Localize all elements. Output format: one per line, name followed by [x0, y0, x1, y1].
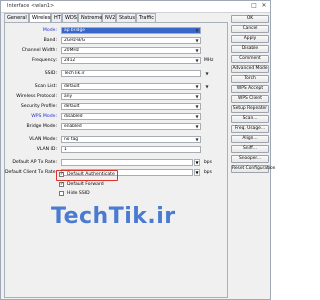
bridge-mode-label: Bridge Mode:: [26, 124, 58, 129]
chevron-down-icon[interactable]: ▼: [194, 28, 200, 33]
wps-client-button[interactable]: WPS Client: [231, 95, 269, 103]
band-label: Band:: [43, 38, 57, 43]
default-authenticate-label: Default Authenticate: [67, 172, 115, 177]
ssid-value: TechTik.ir: [64, 71, 85, 76]
hide-ssid-label: Hide SSID: [67, 191, 90, 196]
chevron-down-icon[interactable]: ▼: [204, 84, 210, 89]
scan-list-value: default: [64, 84, 80, 89]
vlan-mode-select[interactable]: no tag ▼: [61, 136, 201, 143]
tab-ht[interactable]: HT: [51, 13, 62, 22]
scan-button[interactable]: Scan...: [231, 115, 269, 123]
tab-general[interactable]: General: [4, 13, 29, 22]
watermark-text: TechTik.ir: [51, 204, 176, 229]
ssid-input[interactable]: TechTik.ir: [61, 70, 201, 77]
bridge-mode-value: enabled: [64, 124, 82, 129]
mode-select[interactable]: ap bridge ▼: [61, 27, 201, 34]
frequency-label: Frequency:: [32, 58, 57, 63]
wireless-protocol-value: any: [64, 94, 73, 99]
chevron-down-icon[interactable]: ▼: [204, 71, 210, 76]
scan-list-select[interactable]: default ▼: [61, 83, 201, 90]
chevron-down-icon[interactable]: ▼: [194, 38, 200, 43]
default-forward-checkbox[interactable]: ✓: [59, 182, 64, 187]
chevron-down-icon[interactable]: ▼: [194, 169, 200, 176]
vlan-mode-value: no tag: [64, 137, 79, 142]
default-ap-tx-rate-input[interactable]: [61, 159, 193, 166]
window-icon: □: [251, 2, 257, 9]
align-button[interactable]: Align...: [231, 135, 269, 143]
security-profile-select[interactable]: default ▼: [61, 103, 201, 110]
channel-width-label: Channel Width:: [21, 48, 57, 53]
chevron-down-icon[interactable]: ▼: [194, 104, 200, 109]
default-client-tx-rate-label: Default Client Tx Rate:: [5, 170, 58, 175]
wireless-protocol-label: Wireless Protocol:: [16, 94, 57, 99]
chevron-down-icon[interactable]: ▼: [194, 114, 200, 119]
security-profile-label: Security Profile:: [20, 104, 57, 109]
chevron-down-icon[interactable]: ▼: [194, 94, 200, 99]
chevron-down-icon[interactable]: ▼: [194, 124, 200, 129]
wps-mode-select[interactable]: disabled ▼: [61, 113, 201, 120]
wps-accept-button[interactable]: WPS Accept: [231, 85, 269, 93]
chevron-down-icon[interactable]: ▼: [194, 48, 200, 53]
apply-button[interactable]: Apply: [231, 35, 269, 43]
tab-wds[interactable]: WDS: [62, 13, 78, 22]
interface-window: Interface <wlan1> □ ✕ General Wireless H…: [0, 0, 275, 300]
ok-button[interactable]: OK: [231, 15, 269, 23]
frequency-value: 2412: [64, 58, 76, 63]
cancel-button[interactable]: Cancel: [231, 25, 269, 33]
vlan-id-input[interactable]: 1: [61, 146, 201, 153]
default-forward-label: Default Forward: [67, 182, 104, 187]
chevron-down-icon[interactable]: ▼: [194, 137, 200, 142]
advanced-mode-button[interactable]: Advanced Mode: [231, 65, 269, 73]
freq-usage-button[interactable]: Freq. Usage...: [231, 125, 269, 133]
wps-mode-value: disabled: [64, 114, 83, 119]
tab-traffic[interactable]: Traffic: [136, 13, 156, 22]
mode-value: ap bridge: [64, 28, 85, 33]
chevron-down-icon[interactable]: ▼: [194, 84, 200, 89]
chevron-down-icon[interactable]: ▼: [194, 159, 200, 166]
vlan-id-label: VLAN ID:: [36, 147, 57, 152]
setup-repeater-button[interactable]: Setup Repeater: [231, 105, 269, 113]
tab-nstreme[interactable]: Nstreme: [78, 13, 102, 22]
chevron-down-icon[interactable]: ▼: [194, 58, 200, 63]
channel-width-select[interactable]: 20MHz ▼: [61, 47, 201, 54]
frequency-select[interactable]: 2412 ▼: [61, 57, 201, 64]
tab-nv2[interactable]: NV2: [102, 13, 116, 22]
frequency-unit: MHz: [204, 58, 214, 63]
title-bar: Interface <wlan1> □ ✕: [1, 1, 270, 13]
window-title: Interface <wlan1>: [7, 3, 55, 9]
wireless-panel: Mode: ap bridge ▼ Band: 2GHz-B/G ▼ Chann…: [4, 22, 228, 298]
hide-ssid-checkbox[interactable]: [59, 191, 64, 196]
scan-list-label: Scan List:: [34, 84, 57, 89]
wireless-protocol-select[interactable]: any ▼: [61, 93, 201, 100]
close-icon[interactable]: ✕: [260, 2, 268, 10]
default-ap-tx-rate-unit: bps: [204, 160, 212, 165]
bridge-mode-select[interactable]: enabled ▼: [61, 123, 201, 130]
default-client-tx-rate-unit: bps: [204, 170, 212, 175]
default-ap-tx-rate-label: Default AP Tx Rate:: [12, 160, 57, 165]
tab-status[interactable]: Status: [116, 13, 136, 22]
band-value: 2GHz-B/G: [64, 38, 86, 43]
mode-label[interactable]: Mode:: [5, 27, 57, 35]
comment-button[interactable]: Comment: [231, 55, 269, 63]
ssid-label: SSID:: [44, 71, 57, 76]
vlan-mode-label: VLAN Mode:: [29, 137, 57, 142]
vlan-id-value: 1: [64, 147, 67, 152]
band-select[interactable]: 2GHz-B/G ▼: [61, 37, 201, 44]
sniff-button[interactable]: Sniff...: [231, 145, 269, 153]
wps-mode-label[interactable]: WPS Mode:: [5, 113, 57, 121]
default-authenticate-checkbox[interactable]: ✓: [59, 172, 64, 177]
disable-button[interactable]: Disable: [231, 45, 269, 53]
channel-width-value: 20MHz: [64, 48, 79, 53]
snooper-button[interactable]: Snooper...: [231, 155, 269, 163]
security-profile-value: default: [64, 104, 80, 109]
reset-configuration-button[interactable]: Reset Configuration: [231, 165, 275, 173]
torch-button[interactable]: Torch: [231, 75, 269, 83]
